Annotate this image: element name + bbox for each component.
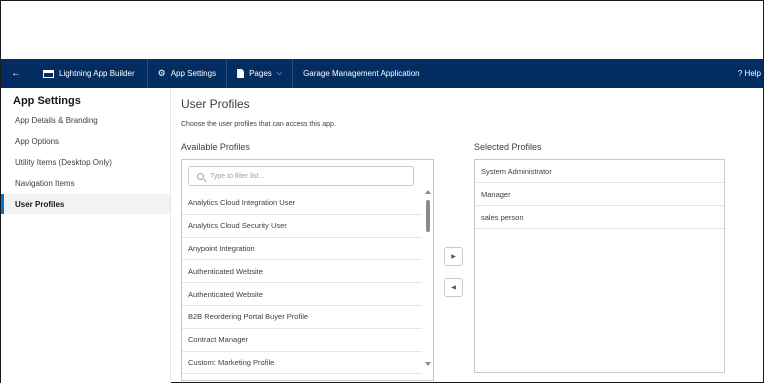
app-settings-label: App Settings xyxy=(170,69,217,78)
selected-profiles-list[interactable]: System Administrator Manager sales person xyxy=(474,159,725,373)
sidebar-title: App Settings xyxy=(13,95,81,107)
list-item[interactable]: System Administrator xyxy=(475,160,724,183)
available-profiles-list[interactable]: Type to filter list... Analytics Cloud I… xyxy=(181,159,434,381)
sidebar-item-navigation-items[interactable]: Navigation Items xyxy=(1,173,170,193)
selected-profiles-label: Selected Profiles xyxy=(474,142,542,152)
move-to-available-button[interactable]: ◀ xyxy=(444,278,463,297)
page-icon xyxy=(237,69,245,78)
pages-dropdown[interactable]: Pages ⌵ xyxy=(227,59,294,88)
list-item[interactable]: Analytics Cloud Integration User xyxy=(182,192,422,215)
scrollbar[interactable] xyxy=(425,190,431,366)
gear-icon: ⚙ xyxy=(157,68,166,78)
chevron-right-icon: ▶ xyxy=(451,254,456,260)
list-item[interactable]: sales person xyxy=(475,206,724,229)
search-icon xyxy=(197,172,204,180)
scroll-thumb[interactable] xyxy=(426,200,430,232)
list-item[interactable]: Contract Manager xyxy=(182,329,422,352)
app-builder-label: Lightning App Builder xyxy=(59,69,135,78)
page-title: User Profiles xyxy=(181,97,250,111)
list-item[interactable]: Authenticated Website xyxy=(182,283,422,306)
list-item[interactable]: Anypoint Integration xyxy=(182,238,422,261)
sidebar-item-app-options[interactable]: App Options xyxy=(1,131,170,151)
back-arrow-icon[interactable]: ← xyxy=(1,59,31,88)
app-name-label: Garage Management Application xyxy=(303,69,420,78)
page-description: Choose the user profiles that can access… xyxy=(181,121,336,128)
scroll-down-icon[interactable] xyxy=(425,362,431,366)
sidebar-item-app-details[interactable]: App Details & Branding xyxy=(1,110,170,130)
builder-navbar: ← Lightning App Builder ⚙ App Settings P… xyxy=(1,59,763,88)
app-settings-tab[interactable]: ⚙ App Settings xyxy=(148,59,228,88)
help-link[interactable]: ? Help xyxy=(738,59,763,88)
list-item[interactable]: Authenticated Website xyxy=(182,260,422,284)
app-name: Garage Management Application xyxy=(293,59,430,88)
list-item[interactable]: Manager xyxy=(475,183,724,206)
settings-sidebar: App Settings App Details & Branding App … xyxy=(1,88,171,383)
list-item[interactable]: Analytics Cloud Security User xyxy=(182,215,422,238)
list-item[interactable]: Custom: Marketing Profile xyxy=(182,352,422,375)
pages-label: Pages xyxy=(249,69,272,78)
chevron-down-icon: ⌵ xyxy=(276,69,283,77)
sidebar-item-utility-items[interactable]: Utility Items (Desktop Only) xyxy=(1,152,170,172)
filter-placeholder: Type to filter list... xyxy=(210,172,265,180)
list-item[interactable]: B2B Reordering Portal Buyer Profile xyxy=(182,306,422,329)
available-profiles-label: Available Profiles xyxy=(181,142,250,152)
sidebar-item-user-profiles[interactable]: User Profiles xyxy=(1,194,170,214)
available-list-items: Analytics Cloud Integration User Analytic… xyxy=(182,192,422,375)
filter-input[interactable]: Type to filter list... xyxy=(188,166,414,186)
scroll-up-icon[interactable] xyxy=(425,190,431,194)
lightning-app-builder-link[interactable]: Lightning App Builder xyxy=(31,59,148,88)
chevron-left-icon: ◀ xyxy=(451,285,456,291)
move-to-selected-button[interactable]: ▶ xyxy=(444,247,463,266)
app-builder-icon xyxy=(43,69,54,78)
